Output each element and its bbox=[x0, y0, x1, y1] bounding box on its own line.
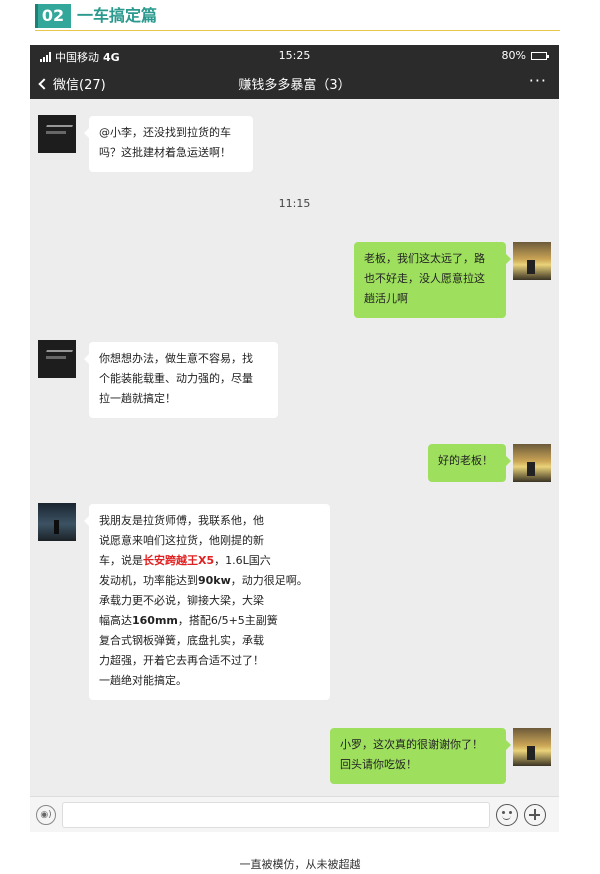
message-bubble-incoming[interactable]: 你想想办法，做生意不容易，找 个能装能载重、动力强的，尽量 拉一趟就搞定！ bbox=[84, 342, 278, 418]
message-input[interactable] bbox=[62, 802, 490, 828]
avatar[interactable] bbox=[38, 503, 76, 541]
voice-icon[interactable]: ◉) bbox=[36, 805, 56, 825]
message-bubble-outgoing[interactable]: 老板，我们这太远了，路 也不好走，没人愿意拉这 趟活儿啊 bbox=[354, 242, 511, 318]
phone-screen: 中国移动 4G 15:25 80% 微信(27) 赚钱多多暴富（3） ··· @… bbox=[30, 45, 559, 832]
chat-title: 赚钱多多暴富（3） bbox=[238, 78, 351, 93]
avatar[interactable] bbox=[38, 115, 76, 153]
highlight-product-name: 长安跨越王X5 bbox=[143, 554, 215, 567]
status-bar: 中国移动 4G 15:25 80% bbox=[30, 45, 559, 67]
footer-caption: 一直被模仿，从未被超越 bbox=[239, 858, 361, 871]
status-time: 15:25 bbox=[278, 49, 311, 62]
avatar[interactable] bbox=[38, 340, 76, 378]
section-number: 02 bbox=[35, 4, 71, 28]
battery-percent: 80% bbox=[501, 49, 526, 62]
section-title: 一车搞定篇 bbox=[77, 6, 158, 25]
emoji-icon[interactable] bbox=[496, 804, 518, 826]
message-bubble-incoming[interactable]: 我朋友是拉货师傅，我联系他，他 说愿意来咱们这拉货，他刚提的新 车，说是长安跨越… bbox=[84, 504, 330, 700]
more-options-icon[interactable]: ··· bbox=[529, 71, 547, 90]
avatar[interactable] bbox=[513, 242, 551, 280]
avatar[interactable] bbox=[513, 728, 551, 766]
chat-timestamp: 11:15 bbox=[278, 197, 311, 210]
plus-icon[interactable] bbox=[524, 804, 546, 826]
chat-input-bar: ◉) bbox=[30, 796, 559, 832]
battery-icon bbox=[531, 51, 549, 60]
section-header: 02 一车搞定篇 bbox=[35, 4, 560, 31]
message-bubble-outgoing[interactable]: 小罗，这次真的很谢谢你了！ 回头请你吃饭！ bbox=[330, 728, 511, 784]
message-bubble-incoming[interactable]: @小李，还没找到拉货的车 吗？这批建材着急运送啊！ bbox=[84, 116, 253, 172]
avatar[interactable] bbox=[513, 444, 551, 482]
chat-navbar: 微信(27) 赚钱多多暴富（3） ··· bbox=[30, 67, 559, 99]
section-divider bbox=[35, 30, 560, 31]
message-bubble-outgoing[interactable]: 好的老板！ bbox=[428, 444, 511, 482]
